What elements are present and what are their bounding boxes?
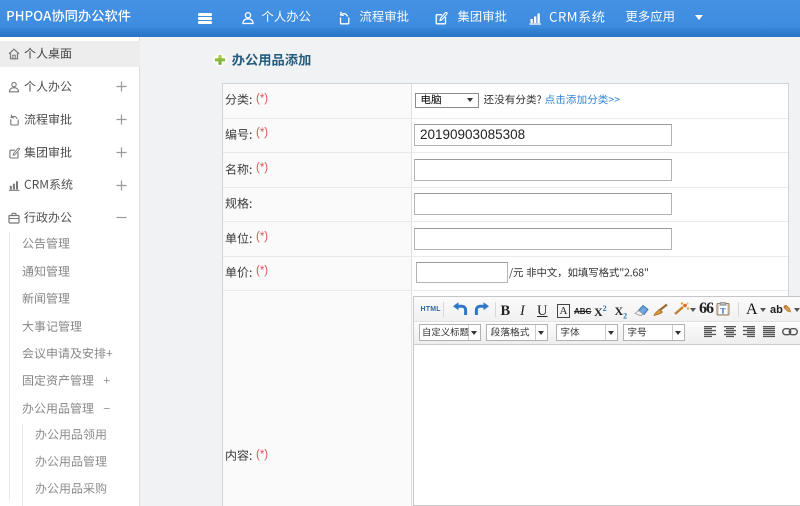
svg-text:T: T bbox=[720, 306, 726, 316]
